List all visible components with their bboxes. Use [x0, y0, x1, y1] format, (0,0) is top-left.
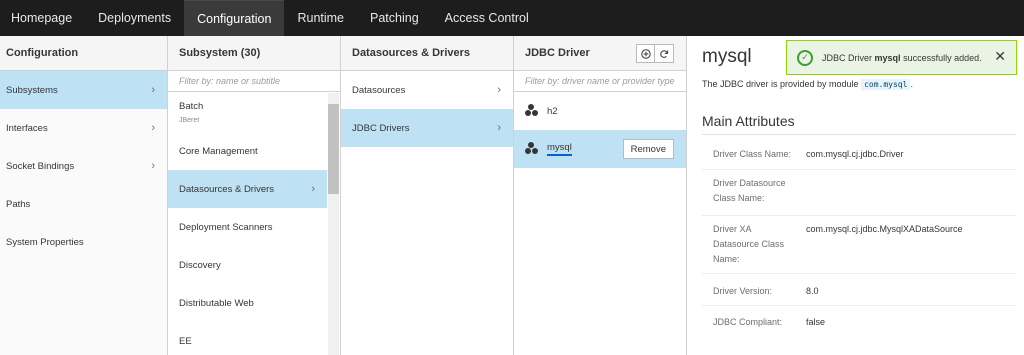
config-item-interfaces[interactable]: Interfaces › [0, 109, 167, 147]
detail-title: mysql [702, 46, 752, 67]
subsystem-filter-input[interactable]: Filter by: name or subtitle [168, 71, 340, 92]
driver-filter-input[interactable]: Filter by: driver name or provider type [514, 71, 686, 92]
attribute-row: Driver XA Datasource Class Name: com.mys… [702, 216, 1016, 274]
item-label: Discovery [179, 259, 221, 271]
desc-prefix: The JDBC driver is provided by module [702, 79, 859, 89]
item-label: Subsystems [6, 84, 58, 96]
item-label: Paths [6, 198, 31, 210]
module-name: com.mysql [861, 79, 911, 90]
chevron-right-icon: › [497, 122, 501, 134]
divider [702, 134, 1016, 135]
nav-tab-configuration[interactable]: Configuration [184, 0, 285, 36]
attribute-value: 8.0 [806, 286, 819, 296]
toast-driver-name: mysql [874, 52, 901, 63]
column-title: Subsystem (30) [168, 36, 340, 71]
item-label: System Properties [6, 236, 84, 248]
driver-name: mysql [547, 142, 572, 156]
top-navigation: Homepage Deployments Configuration Runti… [0, 0, 1024, 36]
chevron-right-icon: › [497, 84, 501, 96]
config-item-paths[interactable]: Paths [0, 185, 167, 223]
item-label: Datasources [352, 84, 406, 96]
nav-tab-access-control[interactable]: Access Control [432, 0, 542, 36]
attribute-key: Driver Class Name: [713, 149, 792, 159]
subsystem-column: Subsystem (30) Filter by: name or subtit… [168, 36, 341, 355]
driver-item-h2[interactable]: h2 [514, 92, 686, 130]
config-item-system-properties[interactable]: System Properties [0, 223, 167, 261]
jdbc-driver-column: JDBC Driver Filter by: driver name or pr… [514, 36, 687, 355]
item-label: Distributable Web [179, 297, 254, 309]
driver-item-mysql[interactable]: mysql Remove [514, 130, 686, 168]
column-title: JDBC Driver [525, 47, 590, 59]
check-circle-icon: ✓ [797, 49, 813, 66]
config-item-subsystems[interactable]: Subsystems › [0, 71, 167, 109]
subsystem-item-batch[interactable]: Batch JBeret [168, 92, 340, 132]
ds-item-datasources[interactable]: Datasources › [341, 71, 513, 109]
subsystem-item-deployment-scanners[interactable]: Deployment Scanners [168, 208, 340, 246]
attribute-row: Driver Class Name: com.mysql.cj.jdbc.Dri… [702, 142, 1016, 170]
chevron-right-icon: › [151, 160, 155, 172]
section-heading: Main Attributes [702, 113, 795, 129]
subsystem-item-distributable-web[interactable]: Distributable Web [168, 284, 340, 322]
refresh-button[interactable] [655, 44, 674, 63]
toast-message: JDBC Driver mysql successfully added. [822, 53, 982, 63]
close-icon[interactable]: ✕ [994, 48, 1006, 65]
item-label: Datasources & Drivers [179, 183, 275, 195]
attribute-key: Driver Datasource Class Name: [713, 178, 786, 203]
attribute-row: Driver Datasource Class Name: [702, 170, 1016, 216]
item-label: JDBC Drivers [352, 122, 410, 134]
plus-circle-icon [640, 48, 651, 59]
attribute-key: Driver XA Datasource Class Name: [713, 224, 785, 264]
cubes-icon [525, 104, 539, 118]
subsystem-item-ee[interactable]: EE [168, 322, 340, 355]
nav-tab-homepage[interactable]: Homepage [0, 0, 85, 36]
column-header: JDBC Driver [514, 36, 686, 71]
datasources-drivers-column: Datasources & Drivers Datasources › JDBC… [341, 36, 514, 355]
scrollbar-thumb[interactable] [328, 104, 339, 194]
cubes-icon [525, 142, 539, 156]
subsystem-item-core-management[interactable]: Core Management [168, 132, 340, 170]
add-driver-button[interactable] [636, 44, 655, 63]
success-toast: ✓ JDBC Driver mysql successfully added. … [786, 40, 1017, 75]
configuration-column: Configuration Subsystems › Interfaces › … [0, 36, 168, 355]
attribute-row: JDBC Compliant: false [702, 306, 1016, 338]
item-label: Socket Bindings [6, 160, 75, 172]
toast-prefix: JDBC Driver [822, 52, 873, 63]
refresh-icon [660, 49, 669, 58]
column-title: Configuration [0, 36, 167, 71]
attribute-key: JDBC Compliant: [713, 317, 783, 327]
attribute-row: Driver Version: 8.0 [702, 274, 1016, 306]
remove-button[interactable]: Remove [622, 139, 674, 159]
ds-item-jdbc-drivers[interactable]: JDBC Drivers › [341, 109, 513, 147]
nav-tab-patching[interactable]: Patching [357, 0, 432, 36]
item-label: Interfaces [6, 122, 48, 134]
driver-detail-pane: mysql The JDBC driver is provided by mod… [688, 36, 1024, 355]
nav-tab-runtime[interactable]: Runtime [284, 0, 357, 36]
column-title: Datasources & Drivers [341, 36, 513, 71]
desc-suffix: . [910, 79, 913, 89]
item-label: Core Management [179, 145, 258, 157]
driver-name: h2 [547, 105, 558, 117]
chevron-right-icon: › [151, 84, 155, 96]
attribute-value: false [806, 317, 826, 327]
config-item-socket-bindings[interactable]: Socket Bindings › [0, 147, 167, 185]
toast-suffix: successfully added. [903, 52, 982, 63]
item-label: EE [179, 335, 192, 347]
detail-description: The JDBC driver is provided by module co… [702, 79, 913, 90]
chevron-right-icon: › [151, 122, 155, 134]
attribute-key: Driver Version: [713, 286, 773, 296]
attribute-value: com.mysql.cj.jdbc.Driver [806, 149, 904, 159]
nav-tab-deployments[interactable]: Deployments [85, 0, 184, 36]
chevron-right-icon: › [311, 183, 315, 195]
attribute-value: com.mysql.cj.jdbc.MysqlXADataSource [806, 224, 963, 234]
item-label: Batch [179, 100, 204, 112]
item-subtitle: JBeret [179, 116, 200, 124]
subsystem-item-datasources-drivers[interactable]: Datasources & Drivers › [168, 170, 327, 208]
item-label: Deployment Scanners [179, 221, 273, 233]
subsystem-item-discovery[interactable]: Discovery [168, 246, 340, 284]
